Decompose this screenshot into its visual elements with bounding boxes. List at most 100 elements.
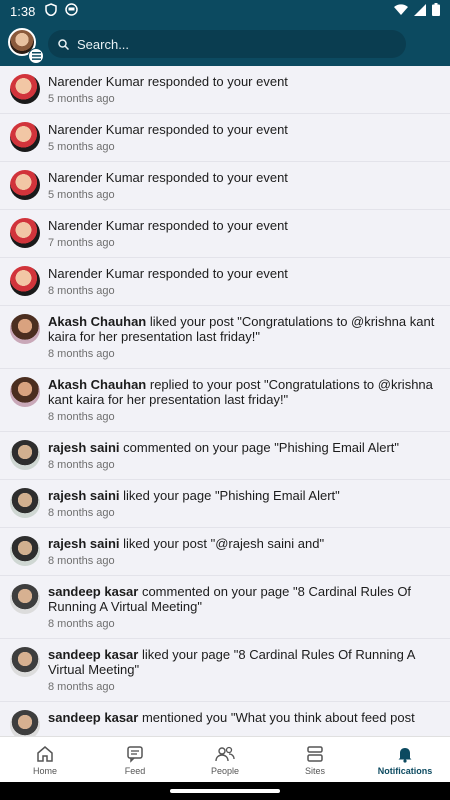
notification-item[interactable]: rajesh saini liked your post "@rajesh sa…: [0, 528, 450, 576]
notification-text: Narender Kumar responded to your event: [48, 266, 440, 281]
notification-time: 8 months ago: [48, 618, 115, 630]
menu-icon: [28, 48, 44, 64]
notification-text: rajesh saini liked your post "@rajesh sa…: [48, 536, 440, 551]
notification-message: Narender Kumar responded to your event: [48, 218, 288, 233]
actor-name: Akash Chauhan: [48, 314, 147, 329]
notification-item[interactable]: rajesh saini commented on your page "Phi…: [0, 432, 450, 480]
notification-time: 8 months ago: [48, 555, 115, 567]
notification-message: mentioned you "What you think about feed…: [138, 710, 415, 725]
tab-people[interactable]: People: [180, 737, 270, 782]
notification-text: sandeep kasar liked your page "8 Cardina…: [48, 647, 440, 677]
notification-time: 8 months ago: [48, 348, 115, 360]
notification-text: sandeep kasar commented on your page "8 …: [48, 584, 440, 614]
battery-icon: [432, 3, 440, 19]
notification-text: rajesh saini commented on your page "Phi…: [48, 440, 440, 455]
tab-label: Sites: [304, 765, 325, 776]
tab-feed[interactable]: Feed: [90, 737, 180, 782]
actor-name: sandeep kasar: [48, 710, 139, 725]
notification-item[interactable]: sandeep kasar liked your page "8 Cardina…: [0, 639, 450, 702]
notification-message: Narender Kumar responded to your event: [48, 74, 288, 89]
avatar: [10, 122, 40, 152]
avatar: [10, 74, 40, 104]
actor-name: rajesh saini: [48, 488, 120, 503]
notification-item[interactable]: Narender Kumar responded to your event 7 …: [0, 210, 450, 258]
top-app-bar: Search...: [0, 22, 450, 66]
status-bar: 1:38: [0, 0, 450, 22]
home-gesture-handle[interactable]: [170, 789, 280, 793]
notification-item[interactable]: Akash Chauhan replied to your post "Cong…: [0, 369, 450, 432]
notification-time: 5 months ago: [48, 93, 115, 105]
tab-label: Feed: [124, 765, 146, 776]
avatar: [10, 584, 40, 614]
notification-text: rajesh saini liked your page "Phishing E…: [48, 488, 440, 503]
actor-name: sandeep kasar: [48, 584, 139, 599]
actor-name: rajesh saini: [48, 440, 120, 455]
system-navigation-bar: [0, 782, 450, 800]
notification-time: 8 months ago: [48, 459, 115, 471]
people-icon: [215, 744, 235, 764]
search-placeholder: Search...: [77, 36, 130, 52]
notification-item[interactable]: rajesh saini liked your page "Phishing E…: [0, 480, 450, 528]
notification-item[interactable]: Akash Chauhan liked your post "Congratul…: [0, 306, 450, 369]
avatar: [10, 266, 40, 296]
notification-item[interactable]: Narender Kumar responded to your event 8 …: [0, 258, 450, 306]
notification-text: sandeep kasar mentioned you "What you th…: [48, 710, 440, 725]
tab-notifications[interactable]: Notifications: [360, 737, 450, 782]
avatar: [10, 218, 40, 248]
avatar: [10, 314, 40, 344]
notification-item[interactable]: sandeep kasar mentioned you "What you th…: [0, 702, 450, 736]
avatar: [10, 377, 40, 407]
home-icon: [36, 744, 54, 764]
signal-icon: [414, 3, 426, 19]
avatar: [10, 536, 40, 566]
notification-message: liked your page "Phishing Email Alert": [119, 488, 340, 503]
notification-time: 8 months ago: [48, 285, 115, 297]
tab-label: Notifications: [377, 765, 433, 776]
notification-message: commented on your page "Phishing Email A…: [119, 440, 400, 455]
notification-message: Narender Kumar responded to your event: [48, 170, 288, 185]
notification-item[interactable]: sandeep kasar commented on your page "8 …: [0, 576, 450, 639]
wifi-icon: [394, 3, 408, 19]
notification-time: 5 months ago: [48, 189, 115, 201]
vpn-shield-icon: [45, 3, 58, 19]
avatar: [10, 647, 40, 677]
profile-menu-button[interactable]: [8, 28, 44, 64]
sites-icon: [306, 744, 324, 764]
status-time: 1:38: [10, 3, 36, 19]
notification-item[interactable]: Narender Kumar responded to your event 5 …: [0, 114, 450, 162]
avatar: [10, 170, 40, 200]
notification-text: Narender Kumar responded to your event: [48, 218, 440, 233]
tab-home[interactable]: Home: [0, 737, 90, 782]
feed-icon: [126, 744, 144, 764]
notification-item[interactable]: Narender Kumar responded to your event 5 …: [0, 66, 450, 114]
app-status-icon: [65, 3, 79, 19]
notification-message: liked your post "@rajesh saini and": [119, 536, 325, 551]
notification-text: Narender Kumar responded to your event: [48, 122, 440, 137]
notification-list: Narender Kumar responded to your event 5 …: [0, 66, 450, 736]
notification-item[interactable]: Narender Kumar responded to your event 5 …: [0, 162, 450, 210]
tab-label: Home: [32, 765, 57, 776]
actor-name: rajesh saini: [48, 536, 120, 551]
avatar: [10, 488, 40, 518]
notification-text: Akash Chauhan liked your post "Congratul…: [48, 314, 440, 344]
bottom-navigation: Home Feed People Sites Notifications: [0, 736, 450, 782]
notification-time: 5 months ago: [48, 141, 115, 153]
notification-message: Narender Kumar responded to your event: [48, 266, 288, 281]
notification-text: Narender Kumar responded to your event: [48, 170, 440, 185]
avatar: [10, 440, 40, 470]
notification-text: Narender Kumar responded to your event: [48, 74, 440, 89]
actor-name: sandeep kasar: [48, 647, 139, 662]
avatar: [10, 710, 40, 736]
actor-name: Akash Chauhan: [48, 377, 147, 392]
search-input[interactable]: Search...: [48, 30, 406, 58]
tab-label: People: [210, 765, 240, 776]
tab-sites[interactable]: Sites: [270, 737, 360, 782]
notification-text: Akash Chauhan replied to your post "Cong…: [48, 377, 440, 407]
notification-time: 8 months ago: [48, 507, 115, 519]
notification-message: Narender Kumar responded to your event: [48, 122, 288, 137]
notification-time: 7 months ago: [48, 237, 115, 249]
notification-time: 8 months ago: [48, 681, 115, 693]
bell-icon: [396, 744, 414, 764]
search-icon: [58, 38, 69, 50]
notification-time: 8 months ago: [48, 411, 115, 423]
